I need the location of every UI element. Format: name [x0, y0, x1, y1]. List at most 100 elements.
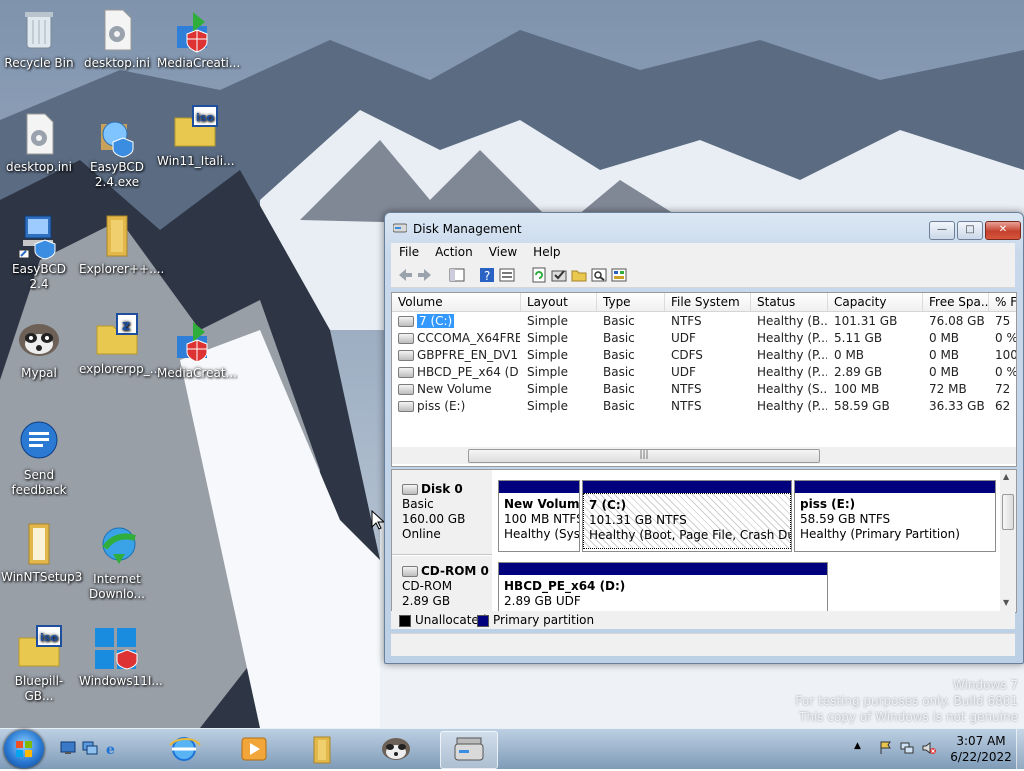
desktop-icon-mediacreation-1[interactable]: MediaCreati...: [157, 6, 240, 71]
open-folder-icon[interactable]: [571, 267, 587, 283]
volume-row[interactable]: CCCOMA_X64FRE... Simple Basic UDF Health…: [392, 330, 1016, 347]
desktop-icon-desktop-ini-1[interactable]: desktop.ini: [79, 6, 155, 71]
unallocated-swatch: [399, 614, 411, 627]
column-percent-free[interactable]: % F: [989, 293, 1016, 311]
partition-new-volume[interactable]: New Volume 100 MB NTFS Healthy (Syst: [498, 480, 580, 552]
volume-capacity: 101.31 GB: [834, 314, 898, 328]
desktop-icon-easybcd-exe[interactable]: EasyBCD 2.4.exe: [79, 110, 155, 190]
title-bar[interactable]: Disk Management — □ ✕: [385, 213, 1023, 243]
volume-row[interactable]: New Volume Simple Basic NTFS Healthy (S.…: [392, 381, 1016, 398]
volume-name: New Volume: [417, 382, 492, 396]
volume-type: Basic: [603, 365, 635, 379]
desktop-icon-explorerpp-folder[interactable]: Explorer++....: [79, 212, 164, 277]
volume-fs: NTFS: [671, 399, 702, 413]
column-volume[interactable]: Volume: [392, 293, 521, 311]
volume-fs: NTFS: [671, 382, 702, 396]
scroll-up-icon[interactable]: ▲: [1003, 472, 1009, 481]
menu-help[interactable]: Help: [525, 243, 568, 261]
properties-icon[interactable]: [499, 267, 515, 283]
scroll-down-icon[interactable]: ▼: [1003, 598, 1009, 607]
maximize-button[interactable]: □: [957, 221, 983, 240]
desktop-icon-winntsetup3[interactable]: WinNTSetup3: [1, 520, 82, 585]
desktop-icon-explorerpp-zip[interactable]: z explorerpp_...: [79, 312, 161, 377]
system-clock[interactable]: 3:07 AM 6/22/2022: [950, 733, 1012, 765]
menu-view[interactable]: View: [481, 243, 525, 261]
back-arrow-icon[interactable]: [397, 267, 413, 283]
scrollbar-thumb[interactable]: [1002, 494, 1014, 530]
drive-icon: [398, 316, 414, 327]
desktop-icon-mediacreation-2[interactable]: MediaCreat...: [157, 316, 237, 381]
volume-type: Basic: [603, 331, 635, 345]
menu-action[interactable]: Action: [427, 243, 481, 261]
desktop-icon-windows11-installer[interactable]: Windows11I...: [79, 624, 163, 689]
taskbar-file-explorer[interactable]: [294, 731, 350, 767]
partition-status: Healthy (Primary Partition): [800, 527, 960, 541]
menu-file[interactable]: File: [391, 243, 427, 261]
minimize-button[interactable]: —: [929, 221, 955, 240]
column-type[interactable]: Type: [597, 293, 665, 311]
taskbar-mypal[interactable]: [368, 731, 424, 767]
desktop-icon-win11-iso[interactable]: iso Win11_Itali...: [157, 104, 235, 169]
start-button[interactable]: [4, 730, 44, 768]
media-creation-shield-icon: [171, 6, 219, 54]
svg-text:iso: iso: [196, 111, 214, 124]
volume-capacity: 58.59 GB: [834, 399, 890, 413]
switch-windows-icon[interactable]: [82, 741, 98, 755]
desktop-icon-desktop-ini-2[interactable]: desktop.ini: [1, 110, 77, 175]
disk-type: Basic: [402, 497, 434, 511]
disk-0-label[interactable]: Disk 0 Basic 160.00 GB Online: [392, 470, 492, 555]
column-capacity[interactable]: Capacity: [828, 293, 923, 311]
raccoon-icon: [382, 738, 410, 760]
volume-row[interactable]: piss (E:) Simple Basic NTFS Healthy (P..…: [392, 398, 1016, 415]
cdrom-0-label[interactable]: CD-ROM 0 CD-ROM 2.89 GB: [392, 556, 492, 612]
partition-c-drive[interactable]: 7 (C:) 101.31 GB NTFS Healthy (Boot, Pag…: [582, 480, 792, 552]
zip-folder-icon: z: [93, 312, 141, 360]
volume-row[interactable]: 7 (C:) Simple Basic NTFS Healthy (B... 1…: [392, 313, 1016, 330]
desktop-icon-mypal[interactable]: Mypal: [1, 316, 77, 381]
taskbar-internet-explorer[interactable]: [156, 731, 212, 767]
volume-row[interactable]: HBCD_PE_x64 (D:) Simple Basic UDF Health…: [392, 364, 1016, 381]
volume-pct: 100: [995, 348, 1017, 362]
desktop-icon-easybcd-shortcut[interactable]: EasyBCD 2.4: [1, 212, 77, 292]
show-hidden-icons-icon[interactable]: ▲: [854, 741, 868, 755]
column-file-system[interactable]: File System: [665, 293, 751, 311]
forward-arrow-icon[interactable]: [417, 267, 433, 283]
scrollbar-thumb[interactable]: |||: [468, 449, 820, 463]
volume-pct: 0 %: [995, 331, 1017, 345]
volume-name: 7 (C:): [417, 314, 455, 328]
desktop-icon-bluepill-iso[interactable]: iso Bluepill-GB...: [1, 624, 77, 704]
column-free-space[interactable]: Free Spa...: [923, 293, 989, 311]
partition-name: HBCD_PE_x64 (D:): [504, 579, 626, 593]
status-bar: [391, 633, 1015, 656]
iso-folder-icon: iso: [15, 624, 63, 672]
taskbar-disk-management[interactable]: [440, 731, 498, 769]
close-button[interactable]: ✕: [985, 221, 1021, 240]
horizontal-scrollbar[interactable]: |||: [392, 447, 1016, 464]
volume-status: Healthy (B...: [757, 314, 827, 328]
column-status[interactable]: Status: [751, 293, 828, 311]
volume-fs: UDF: [671, 365, 696, 379]
column-layout[interactable]: Layout: [521, 293, 597, 311]
vertical-scrollbar[interactable]: ▲ ▼: [1000, 470, 1016, 612]
volume-row[interactable]: GBPFRE_EN_DV1 (F:) Simple Basic CDFS Hea…: [392, 347, 1016, 364]
check-disk-icon[interactable]: [551, 267, 567, 283]
network-icon[interactable]: [900, 741, 914, 755]
console-tree-icon[interactable]: [449, 267, 465, 283]
refresh-icon[interactable]: [531, 267, 547, 283]
disk-list-icon[interactable]: [611, 267, 627, 283]
volume-muted-icon[interactable]: [922, 741, 936, 755]
desktop-icon-send-feedback[interactable]: Send feedback: [1, 418, 77, 498]
desktop-icon-idm[interactable]: Internet Downlo...: [79, 522, 155, 602]
desktop-icon-recycle-bin[interactable]: Recycle Bin: [1, 6, 77, 71]
action-center-flag-icon[interactable]: [878, 741, 892, 755]
show-desktop-icon[interactable]: [60, 741, 76, 755]
show-desktop-button[interactable]: [1016, 729, 1024, 769]
partition-d-drive[interactable]: HBCD_PE_x64 (D:) 2.89 GB UDF: [498, 562, 828, 612]
disk-management-icon: [393, 223, 407, 233]
search-icon[interactable]: [591, 267, 607, 283]
ie-quicklaunch-icon[interactable]: e: [104, 741, 120, 755]
help-icon[interactable]: ?: [479, 267, 495, 283]
folder-icon: [93, 212, 141, 260]
partition-e-drive[interactable]: piss (E:) 58.59 GB NTFS Healthy (Primary…: [794, 480, 996, 552]
taskbar-media-player[interactable]: [226, 731, 282, 767]
